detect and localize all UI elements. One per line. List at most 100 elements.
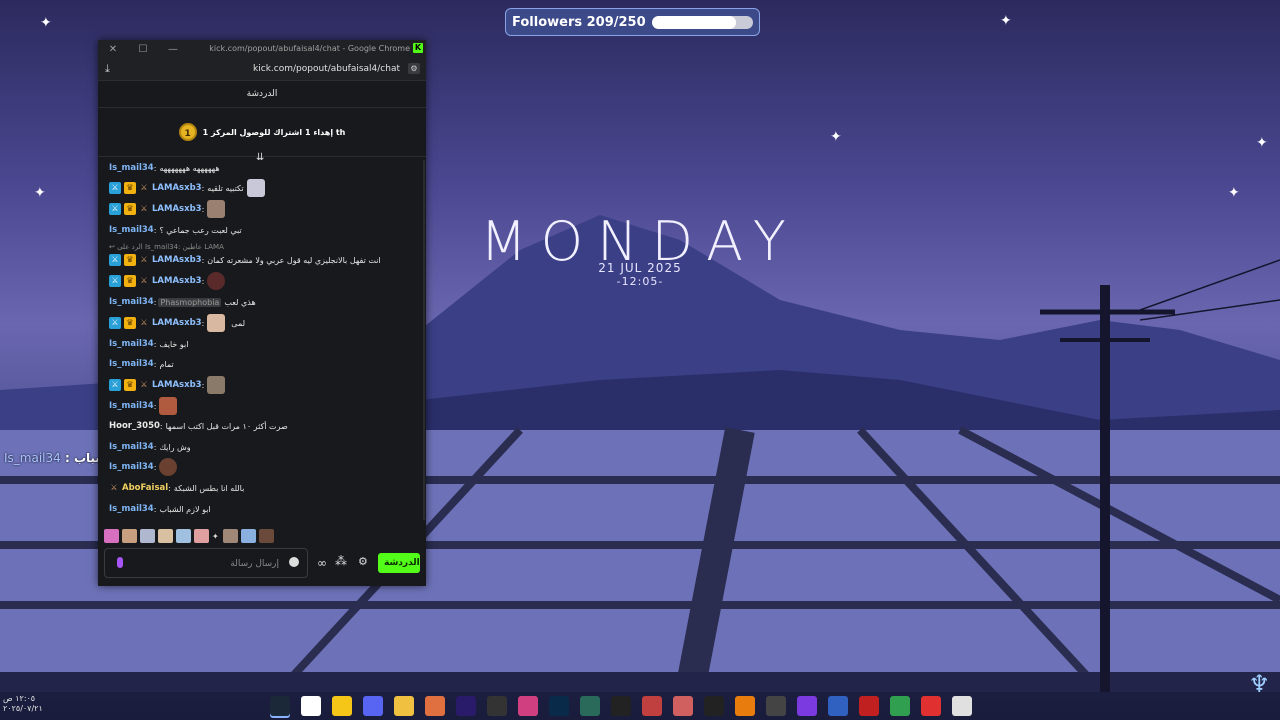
chat-input-container [104, 548, 308, 578]
chat-header-title: الدردشة [98, 81, 426, 108]
taskbar-app-brush-icon[interactable] [611, 696, 631, 716]
url-text[interactable]: kick.com/popout/abufaisal4/chat [253, 64, 400, 74]
followers-goal-widget: Followers 209/250 [505, 8, 760, 36]
window-titlebar: ✕ ☐ — kick.com/popout/abufaisal4/chat - … [98, 40, 426, 58]
taskbar-app-steam-icon[interactable] [270, 696, 290, 716]
taskbar-app-photoshop-icon[interactable] [549, 696, 569, 716]
vip-crown-icon: ♛ [124, 254, 136, 266]
taskbar-app-file-explorer-icon[interactable] [394, 696, 414, 716]
message-username[interactable]: LAMAsxb3 [152, 318, 202, 328]
emote-image [207, 376, 226, 394]
sword-badge-icon: ⚔ [140, 318, 148, 327]
moderator-badge-icon: ⚔ [109, 317, 121, 329]
close-icon[interactable]: ✕ [98, 44, 128, 55]
message-username[interactable]: LAMAsxb3 [152, 183, 202, 193]
taskbar-app-game-2-icon[interactable] [673, 696, 693, 716]
emote-button[interactable] [176, 529, 191, 543]
message-username[interactable]: LAMAsxb3 [152, 204, 202, 214]
taskbar-app-chrome-icon[interactable] [301, 696, 321, 716]
message-username[interactable]: LAMAsxb3 [152, 380, 202, 390]
message-username[interactable]: AboFaisal [122, 483, 168, 493]
emote-button[interactable] [240, 529, 256, 543]
clock-date: ٢٠٢٥/٠٧/٢١ [3, 704, 43, 713]
kick-points-icon[interactable]: ⁂ [335, 554, 347, 568]
maximize-icon[interactable]: ☐ [128, 44, 158, 55]
chat-message: Is_mail34: [109, 397, 180, 415]
star-icon: ✦ [1228, 185, 1240, 201]
window-title: kick.com/popout/abufaisal4/chat - Google… [209, 44, 410, 53]
minimize-icon[interactable]: — [158, 44, 188, 55]
taskbar-app-store-icon[interactable] [952, 696, 972, 716]
message-text: تكتبيه تلقيه [207, 183, 244, 193]
message-text: صرت أكثر ١٠ مرات قبل اكتب اسمها [165, 421, 288, 431]
mascot-tray-icon[interactable]: ♆ [1248, 670, 1270, 698]
message-username[interactable]: Is_mail34 [109, 339, 154, 349]
sword-badge-icon: ⚔ [140, 204, 148, 213]
vip-crown-icon: ♛ [124, 317, 136, 329]
gear-icon[interactable]: ⚙ [358, 555, 368, 568]
vip-crown-icon: ♛ [124, 379, 136, 391]
message-username[interactable]: Is_mail34 [109, 401, 154, 411]
message-username[interactable]: Hoor_3050 [109, 421, 160, 431]
chat-message: ⚔ ♛ ⚔ LAMAsxb3: [109, 376, 228, 394]
taskbar-app-messenger-icon[interactable] [332, 696, 352, 716]
message-username[interactable]: Is_mail34 [109, 462, 154, 472]
sword-badge-icon: ⚔ [140, 380, 148, 389]
emote-separator-icon: ✦ [212, 531, 219, 541]
emote-button[interactable] [158, 529, 173, 543]
emote-button[interactable] [140, 529, 155, 543]
infinity-icon[interactable]: ∞ [317, 556, 327, 570]
taskbar-app-discord-icon[interactable] [363, 696, 383, 716]
reply-preview[interactable]: ↩ الرد على Is_mail34: عاطين LAMA [109, 243, 224, 251]
emote-button[interactable] [258, 529, 274, 543]
taskbar-app-game-3-icon[interactable] [859, 696, 879, 716]
emote-button[interactable] [122, 529, 137, 543]
taskbar-app-media-icon[interactable] [828, 696, 848, 716]
emote-image [159, 458, 178, 476]
message-text: ابو لازم الشباب [159, 504, 211, 514]
taskbar-app-game-4-icon[interactable] [890, 696, 910, 716]
message-username[interactable]: Is_mail34 [109, 442, 154, 452]
message-username[interactable]: LAMAsxb3 [152, 276, 202, 286]
emote-button[interactable] [104, 529, 119, 543]
sub-goal-banner: 1 إهداء 1 اشتراك للوصول المركز 1 th [98, 108, 426, 157]
taskbar-app-voicemod-icon[interactable] [921, 696, 941, 716]
download-icon[interactable]: ⤓ [105, 62, 110, 76]
taskbar-app-game-1-icon[interactable] [642, 696, 662, 716]
emote-image [246, 179, 265, 197]
taskbar-app-unity-icon[interactable] [487, 696, 507, 716]
message-username[interactable]: Is_mail34 [109, 225, 154, 235]
taskbar-app-after-effects-icon[interactable] [456, 696, 476, 716]
message-username[interactable]: Is_mail34 [109, 359, 154, 369]
message-username[interactable]: Is_mail34 [109, 504, 154, 514]
chat-scrollbar[interactable] [423, 160, 425, 520]
taskbar-clock[interactable]: ١٢:٠٥ ص ٢٠٢٥/٠٧/٢١ [3, 694, 43, 714]
taskbar-app-browser-icon[interactable] [518, 696, 538, 716]
vip-crown-icon: ♛ [124, 182, 136, 194]
message-username[interactable]: Is_mail34 [109, 163, 154, 173]
chat-message: Hoor_3050: صرت أكثر ١٠ مرات قبل اكتب اسمه… [109, 421, 288, 431]
taskbar-app-clip-studio-icon[interactable] [580, 696, 600, 716]
chat-send-button[interactable]: الدردشة [378, 553, 420, 573]
emoji-icon[interactable] [289, 557, 299, 567]
emote-image [207, 200, 226, 218]
chat-message-input[interactable] [127, 556, 281, 572]
game-chip[interactable]: Phasmophobia [158, 297, 222, 307]
message-username[interactable]: LAMAsxb3 [152, 255, 202, 265]
message-username[interactable]: Is_mail34 [109, 297, 154, 307]
chat-message: Is_mail34: ههههههه هههههههه [109, 163, 220, 173]
sword-badge-icon: ⚔ [110, 483, 118, 492]
emote-button[interactable] [194, 529, 209, 543]
taskbar-app-blender-icon[interactable] [735, 696, 755, 716]
chat-message: ⚔ ♛ ⚔ LAMAsxb3: انت تفهل بالانجليزي ليه قول … [109, 252, 381, 268]
taskbar-app-tool-icon[interactable] [766, 696, 786, 716]
site-settings-icon[interactable]: ⚙ [408, 63, 420, 74]
taskbar-app-iv-icon[interactable] [704, 696, 724, 716]
chat-message: Is_mail34: تمام [109, 359, 174, 369]
microphone-icon[interactable] [117, 557, 123, 568]
emote-button[interactable] [222, 529, 238, 543]
emote-image [207, 314, 226, 332]
chat-message: Is_mail34: وش رايك [109, 442, 191, 452]
taskbar-app-sublime-icon[interactable] [425, 696, 445, 716]
taskbar-app-premiere-icon[interactable] [797, 696, 817, 716]
